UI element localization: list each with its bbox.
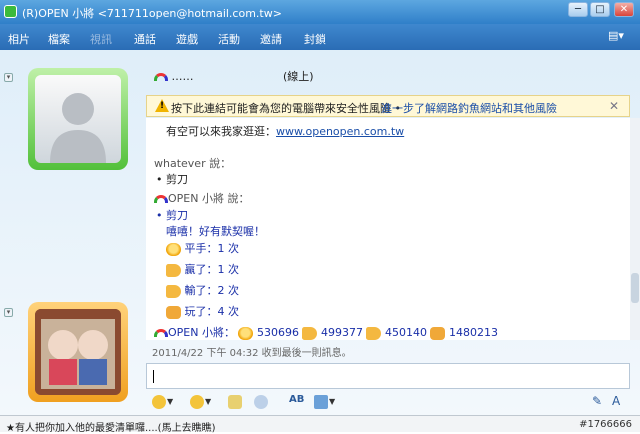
chat-area: …… (線上) ! 按下此連結可能會為您的電腦帶來安全性風險 • 進一步了解網路…	[146, 50, 640, 415]
menu-call[interactable]: 通話	[134, 31, 156, 47]
wink-icon	[190, 394, 204, 409]
sender-open: OPEN 小將 說：	[154, 190, 249, 206]
warning-learn-more-link[interactable]: 進一步了解網路釣魚網站和其他風險	[381, 100, 557, 116]
invite-url-link[interactable]: www.openopen.com.tw	[276, 125, 404, 138]
message-invite: 有空可以來我家逛逛：www.openopen.com.tw	[166, 125, 405, 138]
result-play: 玩了：4 次	[166, 303, 239, 319]
wink-button[interactable]: ▼	[190, 394, 211, 410]
messenger-icon	[4, 5, 17, 18]
message-open-2: 嘻嘻！好有默契喔！	[166, 225, 265, 238]
options-menu-icon[interactable]: ▤▾	[608, 29, 634, 45]
contact-display-picture[interactable]	[28, 68, 128, 170]
handwriting-icon[interactable]: ✎	[592, 394, 602, 410]
conversation-window: ▾ ▾ …… (線上) ! 按下此連結可能會為您的電腦帶來安全性風險 • 進一步…	[0, 50, 640, 415]
menu-video[interactable]: 視訊	[90, 31, 112, 47]
nudge-icon	[254, 394, 268, 409]
emoticon-button[interactable]: ▼	[152, 394, 173, 410]
menu-block[interactable]: 封鎖	[304, 31, 326, 47]
thumbs-up-icon	[166, 263, 181, 277]
message-input[interactable]	[146, 363, 630, 389]
contact-header: …… (線上)	[154, 68, 314, 84]
default-user-icon	[50, 93, 106, 163]
scroll-thumb[interactable]	[631, 273, 639, 303]
collapse-contact-picture-icon[interactable]: ▾	[4, 73, 13, 82]
background-icon	[314, 394, 328, 409]
result-lose: 輸了：2 次	[166, 282, 239, 298]
rainbow-emoticon-icon	[154, 329, 168, 337]
sender-whatever: whatever 說：	[154, 157, 232, 170]
cool-sun-emoticon-icon	[238, 326, 254, 340]
smiley-icon	[152, 394, 166, 409]
stats-line: OPEN 小將： 530696 499377 450140 1480213	[154, 324, 498, 340]
display-pictures-pane: ▾ ▾	[0, 50, 145, 415]
result-tie: 平手：1 次	[166, 240, 239, 256]
message-history: 有空可以來我家逛逛：www.openopen.com.tw whatever 說…	[146, 118, 630, 340]
message-scrollbar[interactable]	[630, 118, 640, 340]
text-mode-icon[interactable]: A	[612, 394, 620, 410]
voice-clip-icon	[228, 394, 242, 409]
minimize-button[interactable]: ─	[568, 2, 588, 17]
thumbs-down-icon	[166, 284, 181, 298]
result-win: 贏了：1 次	[166, 261, 239, 277]
font-button[interactable]: AB	[289, 394, 304, 410]
contact-status: (線上)	[283, 70, 314, 83]
voice-clip-button[interactable]	[228, 394, 242, 410]
menu-games[interactable]: 遊戲	[176, 31, 198, 47]
menu-bar: 相片 檔案 視訊 通話 遊戲 活動 邀請 封鎖 ▤▾	[0, 24, 640, 50]
plush-toys-photo	[35, 309, 121, 395]
status-tag: #1766666	[579, 419, 632, 430]
menu-invite[interactable]: 邀請	[260, 31, 282, 47]
thumbs-down-icon	[366, 326, 382, 340]
message-open-1: • 剪刀	[156, 209, 188, 222]
close-button[interactable]: ✕	[614, 2, 634, 17]
rainbow-emoticon-icon	[154, 73, 168, 81]
rainbow-emoticon-icon	[154, 195, 168, 203]
menu-files[interactable]: 檔案	[48, 31, 70, 47]
clapping-hands-icon	[166, 305, 181, 319]
text-caret	[153, 370, 154, 383]
cool-sun-emoticon-icon	[166, 242, 181, 256]
contact-name: ……	[171, 70, 194, 83]
my-display-picture[interactable]	[28, 302, 128, 402]
collapse-my-picture-icon[interactable]: ▾	[4, 308, 13, 317]
warning-text: 按下此連結可能會為您的電腦帶來安全性風險 •	[171, 102, 401, 115]
maximize-button[interactable]: □	[590, 2, 610, 17]
security-warning-bar: ! 按下此連結可能會為您的電腦帶來安全性風險 • 進一步了解網路釣魚網站和其他風…	[146, 95, 630, 117]
status-bar: ★有人把你加入他的最愛清單囉....(馬上去瞧瞧) #1766666	[0, 415, 640, 434]
menu-activities[interactable]: 活動	[218, 31, 240, 47]
thumbs-up-icon	[302, 326, 318, 340]
title-bar: (R)OPEN 小將 <711711open@hotmail.com.tw> ─…	[0, 0, 640, 24]
warning-close-icon[interactable]: ✕	[609, 99, 619, 113]
input-toolbar: ▼ ▼ AB ▼ ✎ A	[146, 390, 640, 414]
nudge-button[interactable]	[254, 394, 268, 410]
menu-photos[interactable]: 相片	[8, 31, 30, 47]
background-button[interactable]: ▼	[314, 394, 335, 410]
last-message-timestamp: 2011/4/22 下午 04:32 收到最後一則訊息。	[152, 348, 352, 359]
clapping-hands-icon	[430, 326, 446, 340]
window-title: (R)OPEN 小將 <711711open@hotmail.com.tw>	[22, 7, 282, 20]
message-whatever: • 剪刀	[156, 173, 188, 186]
